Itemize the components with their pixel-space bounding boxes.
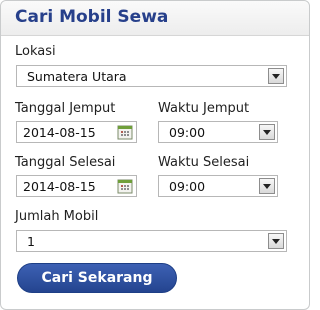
dropdown-arrow-icon[interactable] [268,68,284,84]
pickup-time-value: 09:00 [169,125,206,140]
pickup-time-label: Waktu Jemput [158,101,250,116]
return-date-value: 2014-08-15 [23,179,96,194]
pickup-date-field[interactable]: 2014-08-15 [16,121,137,143]
dropdown-arrow-icon[interactable] [259,178,275,194]
car-count-value: 1 [27,234,35,249]
pickup-date-label: Tanggal Jemput [15,101,116,116]
car-rental-search-widget: Cari Mobil Sewa Lokasi Sumatera Utara Ta… [0,0,310,310]
return-date-field[interactable]: 2014-08-15 [16,175,137,197]
pickup-time-select[interactable]: 09:00 [158,121,278,143]
dropdown-arrow-icon[interactable] [268,233,284,249]
location-value: Sumatera Utara [27,69,127,84]
calendar-icon[interactable] [117,178,133,194]
return-time-select[interactable]: 09:00 [158,175,278,197]
return-date-label: Tanggal Selesai [15,155,116,170]
pickup-date-value: 2014-08-15 [23,125,96,140]
widget-header: Cari Mobil Sewa [1,1,309,36]
location-select[interactable]: Sumatera Utara [16,65,287,87]
return-time-value: 09:00 [169,179,206,194]
car-count-select[interactable]: 1 [16,230,287,252]
dropdown-arrow-icon[interactable] [259,124,275,140]
calendar-icon[interactable] [117,124,133,140]
search-now-button[interactable]: Cari Sekarang [17,263,177,293]
car-count-label: Jumlah Mobil [15,209,99,224]
return-time-label: Waktu Selesai [158,155,250,170]
widget-title: Cari Mobil Sewa [15,7,169,27]
location-label: Lokasi [15,44,56,59]
